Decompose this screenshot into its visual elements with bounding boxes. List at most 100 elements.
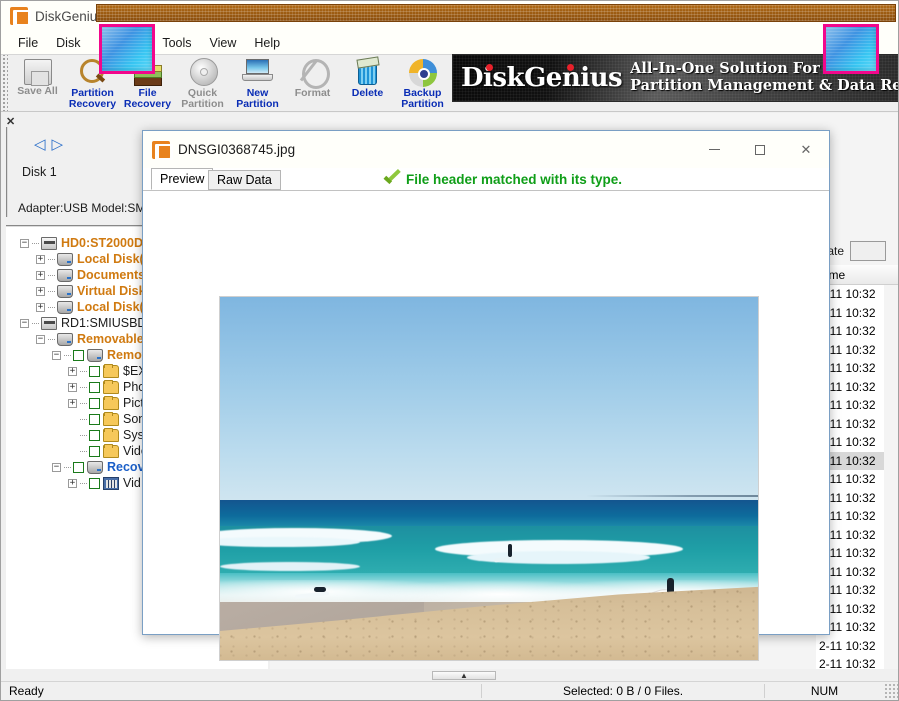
tab-preview[interactable]: Preview: [151, 168, 214, 190]
drive-icon: [57, 332, 73, 346]
photo-skyline: [585, 494, 758, 497]
dialog-minimize-button[interactable]: [691, 135, 737, 165]
delete-label: Delete: [351, 87, 384, 99]
tree-collapse-icon[interactable]: −: [20, 318, 29, 328]
tree-node-checkbox[interactable]: [89, 397, 100, 409]
partition-map-header: [96, 4, 896, 22]
tree-connector: [80, 450, 87, 452]
tree-expand-icon[interactable]: +: [36, 286, 45, 296]
status-selection-text: Selected: 0 B / 0 Files.: [481, 684, 764, 698]
tree-connector: [48, 338, 55, 340]
tree-node-label: Documents(: [77, 268, 150, 282]
status-ready-text: Ready: [9, 684, 44, 698]
disk-icon: [41, 316, 57, 330]
folder-icon: [103, 411, 119, 426]
dialog-body: [143, 190, 829, 661]
menu-item-disk[interactable]: Disk: [47, 33, 89, 53]
tree-node-checkbox[interactable]: [89, 477, 100, 489]
chevron-left-icon[interactable]: ◁: [34, 135, 46, 153]
drive-icon: [57, 252, 73, 266]
tree-expand-icon[interactable]: +: [36, 270, 45, 280]
partition-map: [96, 4, 898, 74]
partition-block-2[interactable]: [823, 24, 879, 74]
save-all-label: Save All: [17, 85, 58, 97]
tree-collapse-icon[interactable]: −: [52, 350, 61, 360]
dialog-window-controls: ✕: [691, 135, 829, 165]
dialog-close-button[interactable]: ✕: [783, 135, 829, 165]
status-bar: Ready Selected: 0 B / 0 Files. NUM: [1, 681, 898, 700]
file-list-row[interactable]: 2-11 10:32: [816, 637, 884, 656]
drive-icon: [87, 460, 103, 474]
disk-label: Disk 1: [22, 165, 57, 179]
tree-expand-icon[interactable]: +: [68, 382, 77, 392]
save-icon: [23, 59, 52, 86]
tree-connector: [80, 402, 87, 404]
drive-icon: [57, 300, 73, 314]
file-recovery-label-2: Recovery: [123, 98, 172, 111]
tree-node-label: Vid: [123, 476, 141, 490]
tree-node-checkbox[interactable]: [89, 365, 100, 377]
quick-partition-label-2: Partition: [181, 98, 224, 111]
tree-connector: [32, 322, 39, 324]
tree-collapse-icon[interactable]: −: [52, 462, 61, 472]
dialog-title-bar: DNSGI0368745.jpg ✕: [143, 131, 829, 168]
partition-recovery-label-2: Recovery: [68, 98, 117, 111]
duplicate-button[interactable]: [850, 241, 887, 261]
tree-node-label: Pict: [123, 396, 144, 410]
adapter-model-label: Adapter:USB Model:SMIU: [18, 201, 158, 215]
diskgenius-logo-icon: [10, 7, 31, 26]
tree-node-checkbox[interactable]: [89, 445, 100, 457]
resize-grip-icon[interactable]: [884, 683, 898, 699]
tree-collapse-icon[interactable]: −: [36, 334, 45, 344]
tree-connector: [80, 434, 87, 436]
disk-icon: [41, 236, 57, 250]
tree-collapse-icon[interactable]: −: [20, 238, 29, 248]
file-header-status-text: File header matched with its type.: [406, 171, 623, 187]
video-icon: [103, 476, 119, 490]
tree-expand-icon[interactable]: +: [36, 302, 45, 312]
dialog-maximize-button[interactable]: [737, 135, 783, 165]
photo-surfer-1: [507, 543, 512, 557]
tree-connector: [80, 370, 87, 372]
preview-image: [219, 296, 759, 661]
partition-block-1[interactable]: [99, 24, 155, 74]
drive-icon: [87, 348, 103, 362]
dialog-file-name: DNSGI0368745.jpg: [178, 142, 296, 157]
backup-partition-label-2: Partition: [401, 98, 444, 111]
tree-node-label: Recov: [107, 460, 145, 474]
tree-node-checkbox[interactable]: [73, 349, 84, 361]
tree-expand-icon[interactable]: +: [68, 398, 77, 408]
tree-connector: [48, 290, 55, 292]
photo-sky: [220, 297, 758, 501]
diskgenius-logo-icon: [152, 140, 173, 160]
diskgenius-window: DiskGenius V5.0.1.609 x64 ✕ File Disk Pa…: [0, 0, 899, 701]
chevron-right-icon[interactable]: ▷: [52, 135, 64, 153]
dialog-tab-bar: Preview Raw Data File header matched wit…: [143, 168, 829, 190]
disk-nav-arrows: ◁ ▷: [34, 135, 63, 153]
tree-expand-icon[interactable]: +: [68, 478, 77, 488]
tree-node-checkbox[interactable]: [73, 461, 84, 473]
toolbar-grip[interactable]: [1, 55, 8, 111]
minimize-icon: [708, 149, 720, 150]
tree-connector: [32, 242, 39, 244]
new-partition-label-2: Partition: [236, 98, 279, 111]
menu-item-file[interactable]: File: [9, 33, 47, 53]
drive-icon: [57, 268, 73, 282]
save-all-button[interactable]: Save All: [10, 55, 65, 111]
tree-connector: [48, 258, 55, 260]
tab-raw-data[interactable]: Raw Data: [208, 170, 281, 190]
tree-connector: [80, 418, 87, 420]
banner-tagline-line2: Partition Management & Data Reco: [630, 77, 899, 94]
tree-connector: [48, 306, 55, 308]
tree-expand-icon[interactable]: +: [68, 366, 77, 376]
photo-deep-ocean: [220, 500, 758, 526]
green-check-icon: [383, 171, 401, 187]
tree-connector: [80, 482, 87, 484]
tree-node-checkbox[interactable]: [89, 413, 100, 425]
maximize-icon: [755, 144, 765, 155]
tree-node-checkbox[interactable]: [89, 429, 100, 441]
tree-node-checkbox[interactable]: [89, 381, 100, 393]
tree-expand-icon[interactable]: +: [36, 254, 45, 264]
splitter-grip[interactable]: ▲: [432, 671, 496, 680]
file-header-status: File header matched with its type.: [383, 169, 622, 189]
